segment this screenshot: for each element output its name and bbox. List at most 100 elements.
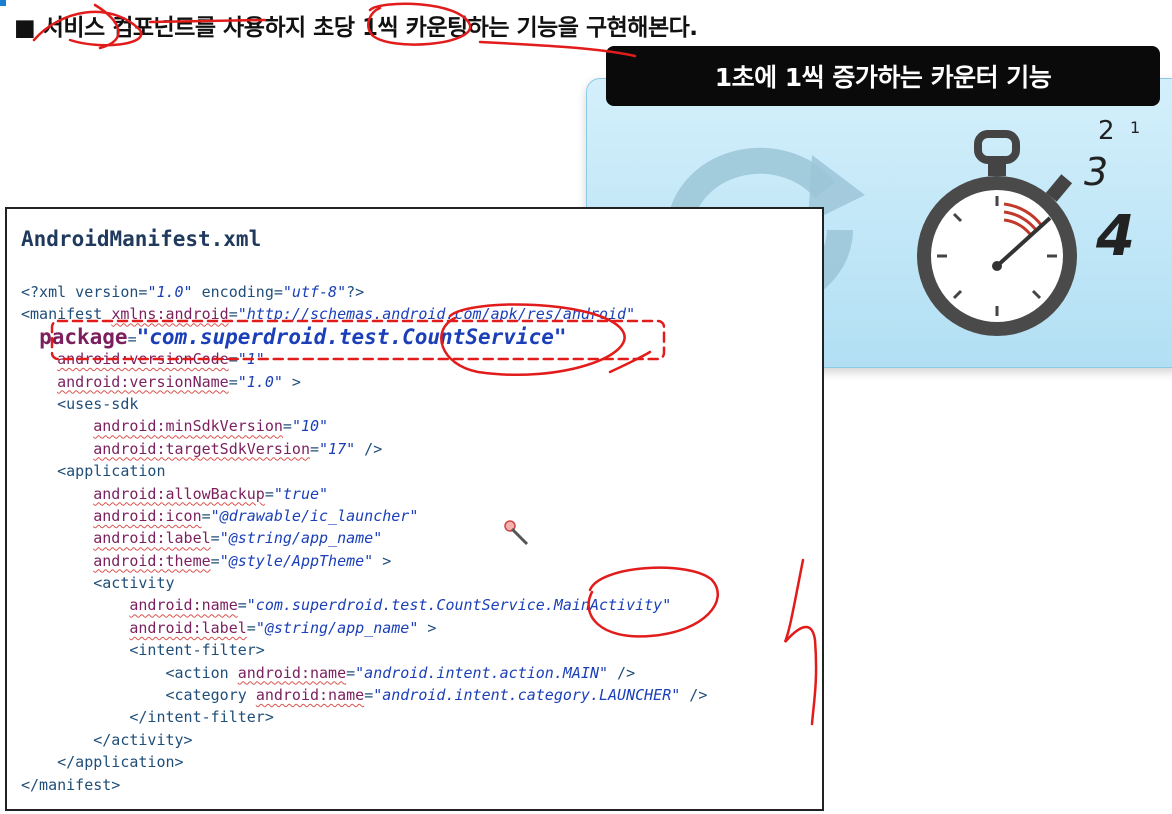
code-token: =: [228, 372, 238, 391]
code-token: "com.superdroid.test.CountService": [136, 324, 567, 349]
code-token: "android.intent.action.MAIN": [355, 663, 609, 682]
code-token: =: [127, 329, 137, 348]
code-token: xmlns:android: [111, 305, 229, 324]
count-digit-2: 2: [1098, 116, 1115, 146]
code-token: package: [39, 324, 128, 349]
counter-banner-text: 1초에 1씩 증가하는 카운터 기능: [714, 63, 1052, 92]
code-token: "1": [237, 350, 265, 369]
code-token: "true": [273, 484, 329, 503]
code-line: </intent-filter>: [21, 706, 707, 728]
code-token: >: [418, 618, 437, 637]
code-token: encoding=: [192, 283, 283, 301]
code-line: android:versionCode="1": [21, 348, 707, 370]
code-line: android:icon="@drawable/ic_launcher": [21, 505, 707, 527]
code-token: "com.superdroid.test.CountService.MainAc…: [246, 596, 672, 615]
code-token: =: [364, 686, 374, 705]
code-token: <application: [21, 462, 166, 481]
code-token: =: [228, 305, 238, 324]
code-line: android:allowBackup="true": [21, 483, 707, 505]
code-token: </intent-filter>: [21, 708, 274, 727]
code-line: <intent-filter>: [21, 639, 707, 661]
manifest-code-panel: AndroidManifest.xml <?xml version="1.0" …: [5, 207, 824, 811]
code-token: =: [346, 663, 356, 682]
count-digit-4: 4: [1096, 204, 1135, 269]
code-token: android:versionCode: [57, 350, 229, 369]
count-digit-1: 1: [1130, 118, 1141, 137]
code-line: </manifest>: [21, 774, 707, 796]
code-line: android:name="com.superdroid.test.CountS…: [21, 594, 707, 616]
code-token: =: [210, 529, 220, 548]
code-line: android:theme="@style/AppTheme" >: [21, 550, 707, 572]
code-token: <category: [21, 686, 256, 705]
code-line: <action android:name="android.intent.act…: [21, 662, 707, 684]
code-token: android:icon: [93, 506, 202, 525]
code-token: =: [210, 551, 220, 570]
code-token: </activity>: [21, 730, 193, 749]
code-line: android:minSdkVersion="10": [21, 415, 707, 437]
code-line: <category android:name="android.intent.c…: [21, 684, 707, 706]
code-line: <activity: [21, 572, 707, 594]
code-token: android:minSdkVersion: [93, 417, 283, 436]
code-token: android:theme: [93, 551, 211, 570]
code-token: ?>: [346, 283, 365, 301]
code-token: />: [680, 686, 708, 705]
code-token: =: [246, 618, 256, 637]
code-token: "@string/app_name": [255, 618, 419, 637]
code-line: package="com.superdroid.test.CountServic…: [21, 326, 707, 348]
code-token: =: [264, 484, 274, 503]
code-token: android:versionName: [57, 372, 229, 391]
code-token: <uses-sdk: [21, 394, 139, 413]
code-line: android:targetSdkVersion="17" />: [21, 438, 707, 460]
manifest-code-block: <?xml version="1.0" encoding="utf-8"?> <m…: [21, 281, 707, 796]
code-token: "@style/AppTheme": [219, 551, 374, 570]
code-token: "@string/app_name": [219, 529, 383, 548]
code-token: </manifest>: [21, 775, 121, 794]
code-token: <?xml version=: [21, 283, 148, 301]
code-line: android:label="@string/app_name": [21, 527, 707, 549]
code-line: android:label="@string/app_name" >: [21, 617, 707, 639]
code-token: =: [201, 506, 211, 525]
code-token: android:allowBackup: [93, 484, 265, 503]
slide-corner-accent: [0, 0, 6, 6]
code-token: =: [310, 439, 320, 458]
code-token: "http://schemas.android.com/apk/res/andr…: [237, 305, 636, 324]
code-token: =: [228, 350, 238, 369]
count-digit-3: 3: [1084, 150, 1109, 194]
code-token: =: [282, 417, 292, 436]
code-token: />: [355, 439, 383, 458]
code-token: "17": [319, 439, 356, 458]
code-token: android:label: [93, 529, 211, 548]
pen-cursor-icon: [504, 520, 529, 546]
code-token: =: [237, 596, 247, 615]
file-name-heading: AndroidManifest.xml: [21, 227, 262, 251]
code-token: android:name: [129, 596, 238, 615]
code-token: >: [373, 551, 392, 570]
code-token: <activity: [21, 574, 175, 593]
code-token: "android.intent.category.LAUNCHER": [373, 686, 681, 705]
code-token: />: [608, 663, 636, 682]
code-token: <manifest: [21, 305, 112, 324]
code-token: <action: [21, 663, 238, 682]
code-token: </application>: [21, 753, 184, 772]
code-token: <intent-filter>: [21, 641, 265, 660]
code-line: </activity>: [21, 729, 707, 751]
code-token: android:targetSdkVersion: [93, 439, 310, 458]
code-line: android:versionName="1.0" >: [21, 371, 707, 393]
code-token: "1.0": [237, 372, 283, 391]
code-token: android:name: [237, 663, 347, 682]
code-token: "10": [291, 417, 329, 436]
stopwatch-icon: [917, 130, 1077, 336]
code-line: <application: [21, 460, 707, 482]
code-token: >: [282, 372, 301, 391]
